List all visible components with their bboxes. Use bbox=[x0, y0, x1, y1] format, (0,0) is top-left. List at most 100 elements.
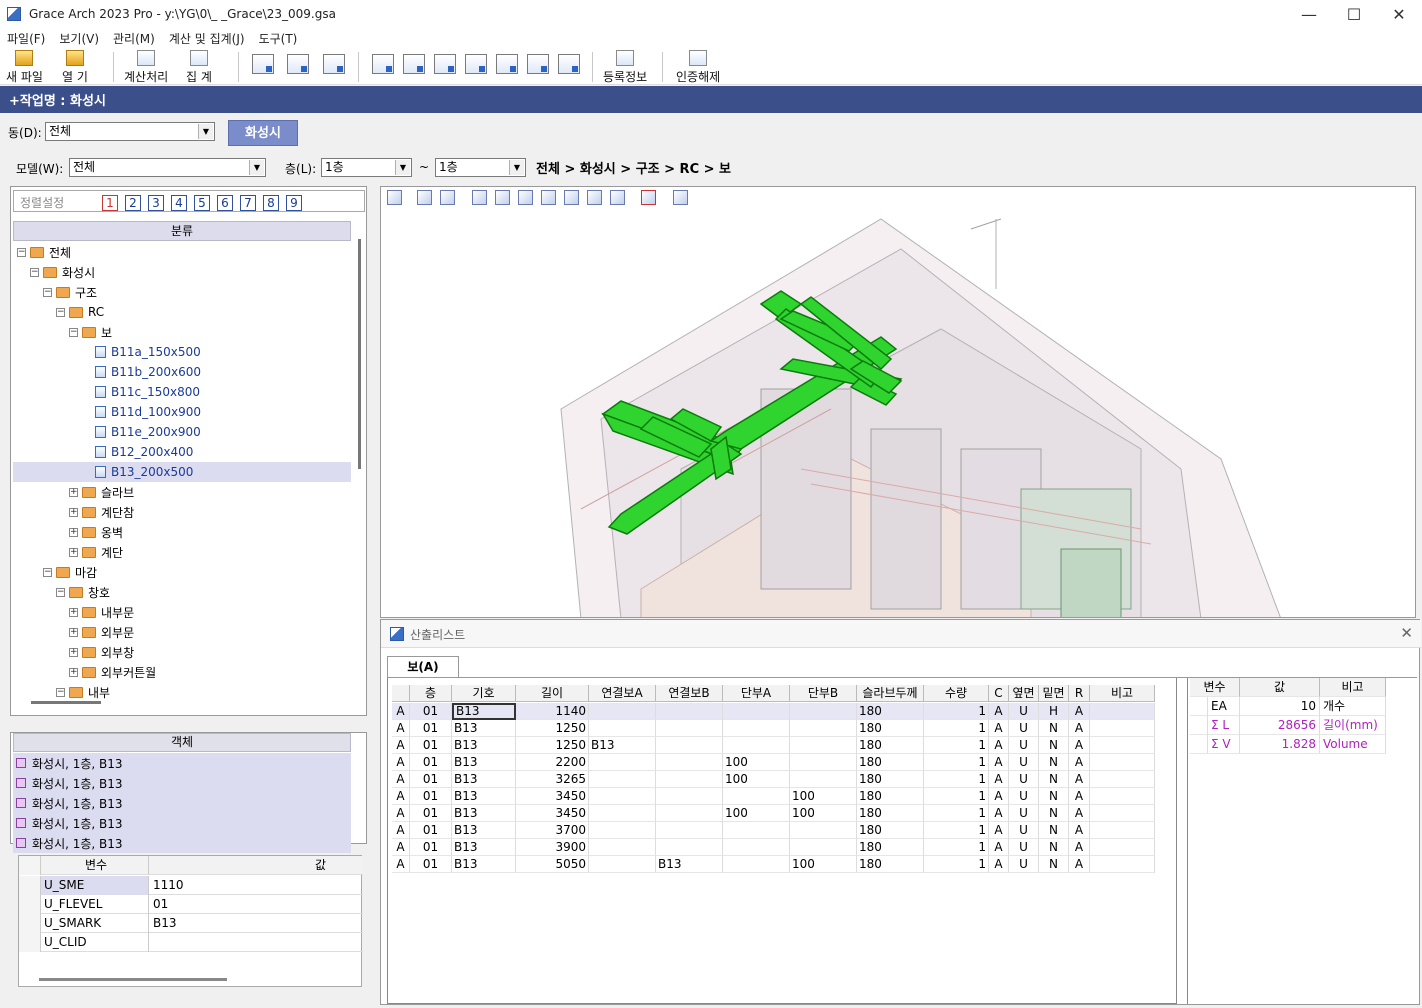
slab-tool-icon[interactable] bbox=[434, 54, 456, 74]
tab-beam[interactable]: 보(A) bbox=[387, 656, 459, 678]
tree-folder-item[interactable]: − 전체 bbox=[17, 242, 71, 262]
column-tool-icon[interactable] bbox=[403, 54, 425, 74]
tree-folder-item[interactable]: − 보 bbox=[69, 322, 112, 342]
dong-select[interactable]: 전체 ▼ bbox=[45, 122, 215, 141]
zoom-in-icon[interactable] bbox=[287, 54, 309, 74]
expand-icon[interactable]: + bbox=[69, 547, 78, 557]
edit-tool-icon[interactable] bbox=[496, 54, 518, 74]
tree-leaf-item[interactable]: B11d_100x900 bbox=[95, 402, 201, 422]
menu-calc[interactable]: 계산 및 집계(J) bbox=[162, 30, 252, 47]
tree-folder-item[interactable]: + 내부문 bbox=[69, 602, 134, 622]
view-iso-icon[interactable] bbox=[587, 190, 602, 205]
list-tool-icon[interactable] bbox=[558, 54, 580, 74]
tab-hwaseong[interactable]: 화성시 bbox=[228, 120, 298, 146]
collapse-icon[interactable]: − bbox=[17, 247, 26, 257]
property-hscroll-thumb[interactable] bbox=[39, 978, 227, 981]
tree-leaf-item[interactable]: B11c_150x800 bbox=[95, 382, 200, 402]
tree-leaf-item[interactable]: B11b_200x600 bbox=[95, 362, 201, 382]
close-icon[interactable]: ✕ bbox=[1400, 624, 1413, 642]
collapse-icon[interactable]: − bbox=[56, 587, 65, 597]
property-row[interactable]: U_CLID bbox=[19, 933, 363, 952]
property-row[interactable]: U_FLEVEL 01 bbox=[19, 895, 363, 914]
collapse-icon[interactable]: − bbox=[56, 687, 65, 697]
property-value[interactable]: B13 bbox=[150, 914, 360, 933]
expand-icon[interactable]: + bbox=[69, 647, 78, 657]
maximize-button[interactable]: ☐ bbox=[1331, 0, 1377, 28]
view-list-icon[interactable] bbox=[641, 190, 656, 205]
view-right-icon[interactable] bbox=[518, 190, 533, 205]
floor-to-select[interactable]: 1층 ▼ bbox=[435, 158, 526, 177]
open-button[interactable]: 열 기 bbox=[62, 50, 88, 85]
collapse-icon[interactable]: − bbox=[43, 567, 52, 577]
auth-release-button[interactable]: 인증해제 bbox=[676, 50, 720, 85]
property-value[interactable]: 1110 bbox=[150, 876, 360, 895]
menu-file[interactable]: 파일(F) bbox=[0, 30, 52, 47]
collapse-icon[interactable]: − bbox=[56, 307, 65, 317]
calc-button[interactable]: 계산처리 bbox=[124, 50, 168, 85]
sort-level-1[interactable]: 1 bbox=[102, 195, 118, 211]
tree-folder-item[interactable]: − 화성시 bbox=[30, 262, 95, 282]
sort-settings-button[interactable]: 정렬설정 bbox=[20, 194, 64, 211]
sort-level-5[interactable]: 5 bbox=[194, 195, 210, 211]
tree-leaf-item[interactable]: B11a_150x500 bbox=[95, 342, 201, 362]
view-front-icon[interactable] bbox=[495, 190, 510, 205]
property-value[interactable] bbox=[150, 933, 360, 952]
tree-folder-item[interactable]: + 계단 bbox=[69, 542, 123, 562]
tree-folder-item[interactable]: + 외부커튼월 bbox=[69, 662, 156, 682]
tree-folder-item[interactable]: + 외부문 bbox=[69, 622, 134, 642]
menu-tools[interactable]: 도구(T) bbox=[252, 30, 305, 47]
tree-folder-item[interactable]: − 창호 bbox=[56, 582, 110, 602]
tree-folder-item[interactable]: − 마감 bbox=[43, 562, 97, 582]
sort-level-2[interactable]: 2 bbox=[125, 195, 141, 211]
view-top-icon[interactable] bbox=[472, 190, 487, 205]
stair-tool-icon[interactable] bbox=[527, 54, 549, 74]
view-select-icon[interactable] bbox=[440, 190, 455, 205]
object-row[interactable]: 화성시, 1층, B13 bbox=[13, 813, 351, 833]
view-render-icon[interactable] bbox=[417, 190, 432, 205]
expand-icon[interactable]: + bbox=[69, 627, 78, 637]
view-export-icon[interactable] bbox=[387, 190, 402, 205]
view-left-icon[interactable] bbox=[564, 190, 579, 205]
sort-level-4[interactable]: 4 bbox=[171, 195, 187, 211]
view-shade-icon[interactable] bbox=[673, 190, 688, 205]
property-row[interactable]: U_SME 1110 bbox=[19, 876, 363, 895]
tree-folder-item[interactable]: − 내부 bbox=[56, 682, 110, 702]
view-back-icon[interactable] bbox=[541, 190, 556, 205]
collapse-icon[interactable]: − bbox=[69, 327, 78, 337]
wall-tool-icon[interactable] bbox=[465, 54, 487, 74]
zoom-all-icon[interactable] bbox=[323, 54, 345, 74]
tree-leaf-item[interactable]: B11e_200x900 bbox=[95, 422, 201, 442]
close-button[interactable]: ✕ bbox=[1376, 0, 1422, 28]
collapse-icon[interactable]: − bbox=[30, 267, 39, 277]
view-iso2-icon[interactable] bbox=[610, 190, 625, 205]
new-file-button[interactable]: 새 파일 bbox=[6, 50, 43, 85]
tree-folder-item[interactable]: − 구조 bbox=[43, 282, 97, 302]
scroll-thumb[interactable] bbox=[358, 239, 361, 469]
collapse-icon[interactable]: − bbox=[43, 287, 52, 297]
object-row[interactable]: 화성시, 1층, B13 bbox=[13, 793, 351, 813]
tree-folder-item[interactable]: + 외부창 bbox=[69, 642, 134, 662]
sort-level-6[interactable]: 6 bbox=[217, 195, 233, 211]
object-row[interactable]: 화성시, 1층, B13 bbox=[13, 753, 351, 773]
tree-leaf-item[interactable]: B12_200x400 bbox=[95, 442, 193, 462]
object-row[interactable]: 화성시, 1층, B13 bbox=[13, 833, 351, 853]
sort-level-7[interactable]: 7 bbox=[240, 195, 256, 211]
sum-button[interactable]: 집 계 bbox=[186, 50, 212, 85]
register-button[interactable]: 등록정보 bbox=[603, 50, 647, 85]
object-row[interactable]: 화성시, 1층, B13 bbox=[13, 773, 351, 793]
expand-icon[interactable]: + bbox=[69, 607, 78, 617]
floor-from-select[interactable]: 1층 ▼ bbox=[321, 158, 412, 177]
beam-tool-icon[interactable] bbox=[372, 54, 394, 74]
expand-icon[interactable]: + bbox=[69, 507, 78, 517]
property-value[interactable]: 01 bbox=[150, 895, 360, 914]
zoom-window-icon[interactable] bbox=[252, 54, 274, 74]
tree-folder-item[interactable]: + 옹벽 bbox=[69, 522, 123, 542]
tree-folder-item[interactable]: + 슬라브 bbox=[69, 482, 134, 502]
model-3d-view[interactable] bbox=[380, 186, 1416, 618]
tree-scrollbar[interactable] bbox=[356, 239, 364, 659]
property-row[interactable]: U_SMARK B13 bbox=[19, 914, 363, 933]
tree-hscroll-thumb[interactable] bbox=[31, 701, 101, 704]
tree-leaf-item[interactable]: B13_200x500 bbox=[13, 462, 351, 482]
expand-icon[interactable]: + bbox=[69, 527, 78, 537]
tree-folder-item[interactable]: + 계단참 bbox=[69, 502, 134, 522]
